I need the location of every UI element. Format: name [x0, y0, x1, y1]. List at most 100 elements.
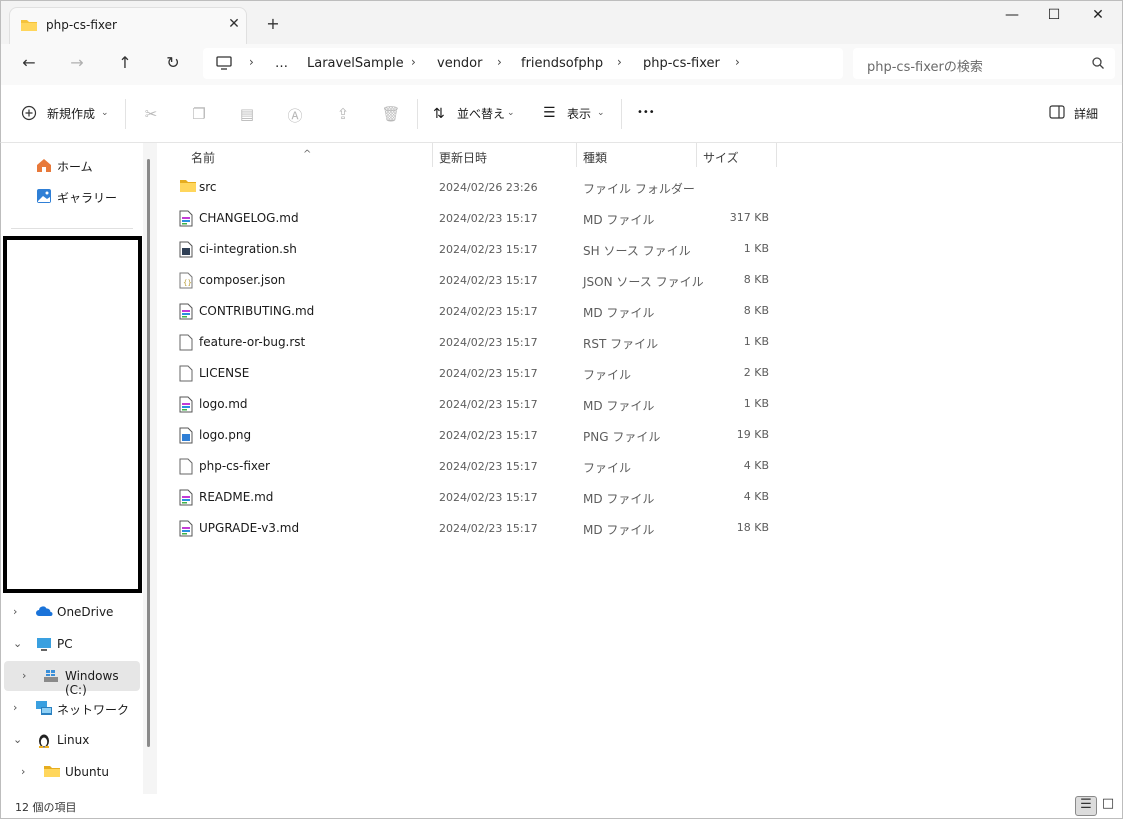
details-button[interactable]: 詳細 [1074, 105, 1098, 122]
sidebar-item-gallery[interactable]: ギャラリー [1, 181, 141, 211]
file-row[interactable]: ci-integration.sh 2024/02/23 15:17 SH ソース … [175, 234, 775, 265]
file-size: 4 KB [743, 459, 769, 472]
breadcrumb-laravelsample[interactable]: LaravelSample [307, 56, 404, 71]
tab-close-icon[interactable]: ✕ [224, 16, 244, 32]
search-input[interactable]: php-cs-fixerの検索 [853, 48, 1115, 79]
search-placeholder: php-cs-fixerの検索 [867, 60, 983, 75]
divider [417, 99, 418, 129]
rename-icon[interactable]: Ⓐ [285, 105, 305, 126]
back-button[interactable]: ← [17, 53, 41, 75]
file-type: ファイル [583, 368, 632, 382]
chevron-right-icon: › [497, 55, 502, 69]
column-header-date[interactable]: 更新日時 [439, 149, 487, 166]
column-header-name[interactable]: 名前 [191, 149, 215, 166]
file-row[interactable]: logo.md 2024/02/23 15:17 MD ファイル 1 KB [175, 389, 775, 420]
file-list: ^ 名前 更新日時 種類 サイズ src 2024/02/26 23:26 ファイル… [157, 143, 1123, 794]
large-icons-view-button[interactable]: □ [1097, 796, 1119, 816]
sidebar-item-network[interactable]: › ネットワーク [1, 693, 141, 723]
file-date: 2024/02/23 15:17 [439, 429, 538, 442]
sidebar-item-ubuntu[interactable]: › Ubuntu [1, 757, 141, 787]
cut-icon[interactable]: ✂ [141, 105, 161, 123]
column-divider[interactable] [576, 143, 577, 167]
chevron-down-icon[interactable]: ⌄ [13, 733, 22, 746]
sidebar-item-pc[interactable]: ⌄ PC [1, 629, 141, 659]
new-tab-button[interactable]: + [263, 14, 283, 33]
up-button[interactable]: ↑ [113, 53, 137, 75]
png-file-icon [179, 427, 193, 447]
view-button[interactable]: 表示 [567, 105, 591, 122]
breadcrumb-overflow[interactable]: … [275, 56, 288, 71]
chevron-right-icon[interactable]: › [13, 701, 17, 714]
forward-button[interactable]: → [65, 53, 89, 75]
sidebar-item-onedrive[interactable]: › OneDrive [1, 597, 141, 627]
breadcrumb-friendsofphp[interactable]: friendsofphp [521, 56, 603, 71]
sidebar-item-linux[interactable]: ⌄ Linux [1, 725, 141, 755]
file-row[interactable]: README.md 2024/02/23 15:17 MD ファイル 4 KB [175, 482, 775, 513]
pc-icon [35, 635, 53, 656]
file-row[interactable]: src 2024/02/26 23:26 ファイル フォルダー [175, 172, 775, 203]
file-name: LICENSE [199, 366, 250, 380]
sh-file-icon [179, 241, 193, 261]
file-size: 18 KB [736, 521, 769, 534]
scrollbar-track [143, 143, 158, 794]
divider [125, 99, 126, 129]
new-button[interactable]: 新規作成 [47, 105, 95, 122]
chevron-down-icon[interactable]: ⌄ [13, 637, 22, 650]
file-row[interactable]: CONTRIBUTING.md 2024/02/23 15:17 MD ファイル 8 … [175, 296, 775, 327]
chevron-right-icon[interactable]: › [22, 669, 26, 682]
onedrive-icon [35, 603, 53, 624]
file-row[interactable]: {} composer.json 2024/02/23 15:17 JSON ソース … [175, 265, 775, 296]
column-divider[interactable] [696, 143, 697, 167]
add-icon [21, 105, 37, 124]
file-row[interactable]: php-cs-fixer 2024/02/23 15:17 ファイル 4 KB [175, 451, 775, 482]
close-button[interactable]: ✕ [1075, 7, 1121, 27]
chevron-right-icon: › [411, 55, 416, 69]
minimize-button[interactable]: — [989, 7, 1035, 27]
column-headers: ^ 名前 更新日時 種類 サイズ [157, 143, 777, 169]
file-name: README.md [199, 490, 274, 504]
scrollbar[interactable] [147, 159, 150, 747]
chevron-right-icon[interactable]: › [21, 765, 25, 778]
file-name: logo.md [199, 397, 248, 411]
paste-icon[interactable]: ▤ [237, 105, 257, 123]
address-bar[interactable]: › … LaravelSample › vendor › friendsofph… [203, 48, 843, 79]
chevron-right-icon[interactable]: › [13, 605, 17, 618]
file-name: ci-integration.sh [199, 242, 297, 256]
maximize-button[interactable]: ☐ [1031, 7, 1077, 27]
file-type: ファイル [583, 461, 632, 475]
computer-icon [215, 55, 233, 74]
gallery-icon [35, 187, 53, 208]
tab-php-cs-fixer[interactable]: php-cs-fixer ✕ [9, 7, 247, 45]
share-icon[interactable]: ⇪ [333, 105, 353, 123]
chevron-right-icon[interactable]: › [735, 55, 740, 69]
breadcrumb-vendor[interactable]: vendor [437, 56, 482, 71]
file-row[interactable]: CHANGELOG.md 2024/02/23 15:17 MD ファイル 317 K… [175, 203, 775, 234]
delete-icon[interactable]: 🗑 [381, 105, 401, 123]
file-row[interactable]: logo.png 2024/02/23 15:17 PNG ファイル 19 KB [175, 420, 775, 451]
network-icon [35, 699, 53, 720]
md-file-icon [179, 489, 193, 509]
sidebar-item-label: PC [57, 637, 73, 651]
file-size: 2 KB [743, 366, 769, 379]
file-row[interactable]: LICENSE 2024/02/23 15:17 ファイル 2 KB [175, 358, 775, 389]
file-name: composer.json [199, 273, 286, 287]
sort-button[interactable]: 並べ替え [457, 105, 505, 122]
column-header-size[interactable]: サイズ [703, 149, 739, 166]
column-divider[interactable] [432, 143, 433, 167]
refresh-button[interactable]: ↻ [161, 53, 185, 75]
breadcrumb-php-cs-fixer[interactable]: php-cs-fixer [643, 56, 720, 71]
more-options-button[interactable]: ••• [637, 107, 655, 118]
command-bar: 新規作成 ⌄ ✂ ❐ ▤ Ⓐ ⇪ 🗑 ⇅ 並べ替え ⌄ ☰ 表示 ⌄ ••• 詳… [0, 85, 1123, 143]
folder-icon [179, 179, 197, 196]
file-row[interactable]: UPGRADE-v3.md 2024/02/23 15:17 MD ファイル 18 K… [175, 513, 775, 544]
md-file-icon [179, 303, 193, 323]
copy-icon[interactable]: ❐ [189, 105, 209, 123]
column-divider[interactable] [776, 143, 777, 167]
column-header-type[interactable]: 種類 [583, 149, 607, 166]
details-view-button[interactable]: ☰ [1075, 796, 1097, 816]
file-row[interactable]: feature-or-bug.rst 2024/02/23 15:17 RST ファ… [175, 327, 775, 358]
sidebar-item-home[interactable]: ホーム [1, 150, 141, 180]
sidebar-item-windows-c[interactable]: › Windows (C:) [4, 661, 140, 697]
file-type: PNG ファイル [583, 430, 661, 444]
file-date: 2024/02/23 15:17 [439, 212, 538, 225]
